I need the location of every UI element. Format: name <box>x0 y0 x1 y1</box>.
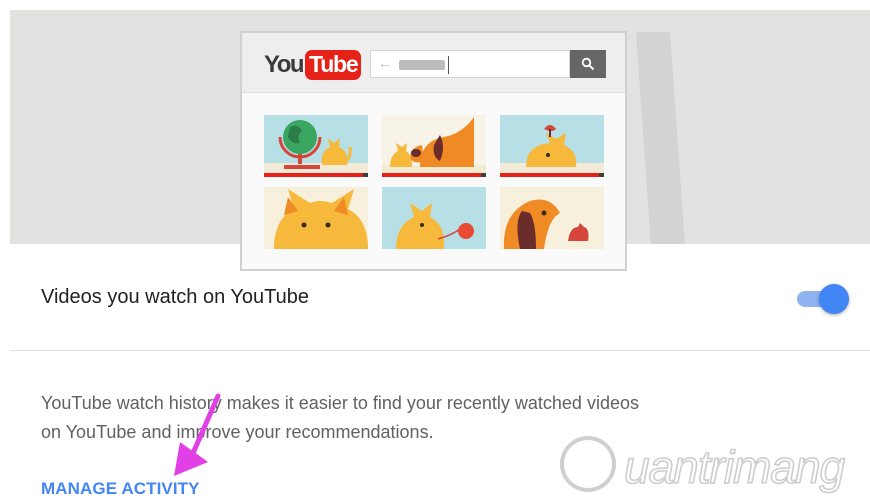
text-caret <box>448 56 449 74</box>
youtube-logo: You Tube <box>264 49 362 81</box>
manage-activity-link[interactable]: MANAGE ACTIVITY <box>41 479 200 498</box>
video-thumbnail-dog-bird <box>500 187 604 249</box>
video-thumbnail-cat-yarn <box>382 187 486 249</box>
youtube-logo-tube: Tube <box>305 50 362 80</box>
watermark: uantrimang <box>560 432 870 498</box>
description-line-1: YouTube watch history makes it easier to… <box>41 393 639 413</box>
search-query-placeholder <box>399 60 445 70</box>
video-thumbnail-globe-cat <box>264 115 368 177</box>
lightbulb-icon <box>560 436 616 492</box>
watch-history-setting-row: Videos you watch on YouTube <box>0 244 870 350</box>
back-arrow-icon: ← <box>378 55 392 71</box>
search-button <box>570 50 606 78</box>
watch-history-toggle[interactable] <box>795 284 851 314</box>
youtube-logo-you: You <box>264 51 305 78</box>
browser-illustration: You Tube ← <box>240 31 627 271</box>
search-icon <box>581 57 595 71</box>
watermark-text: uantrimang <box>623 440 846 494</box>
search-box: ← <box>370 50 570 78</box>
setting-title: Videos you watch on YouTube <box>41 286 309 308</box>
video-thumbnail-dog-cat <box>382 115 486 177</box>
browser-shadow <box>636 32 687 244</box>
browser-toolbar: You Tube ← <box>242 33 625 93</box>
video-thumbnail-cat-bird <box>500 115 604 177</box>
toggle-thumb <box>819 284 849 314</box>
video-thumbnail-cat-face <box>264 187 368 249</box>
section-divider <box>10 350 870 351</box>
